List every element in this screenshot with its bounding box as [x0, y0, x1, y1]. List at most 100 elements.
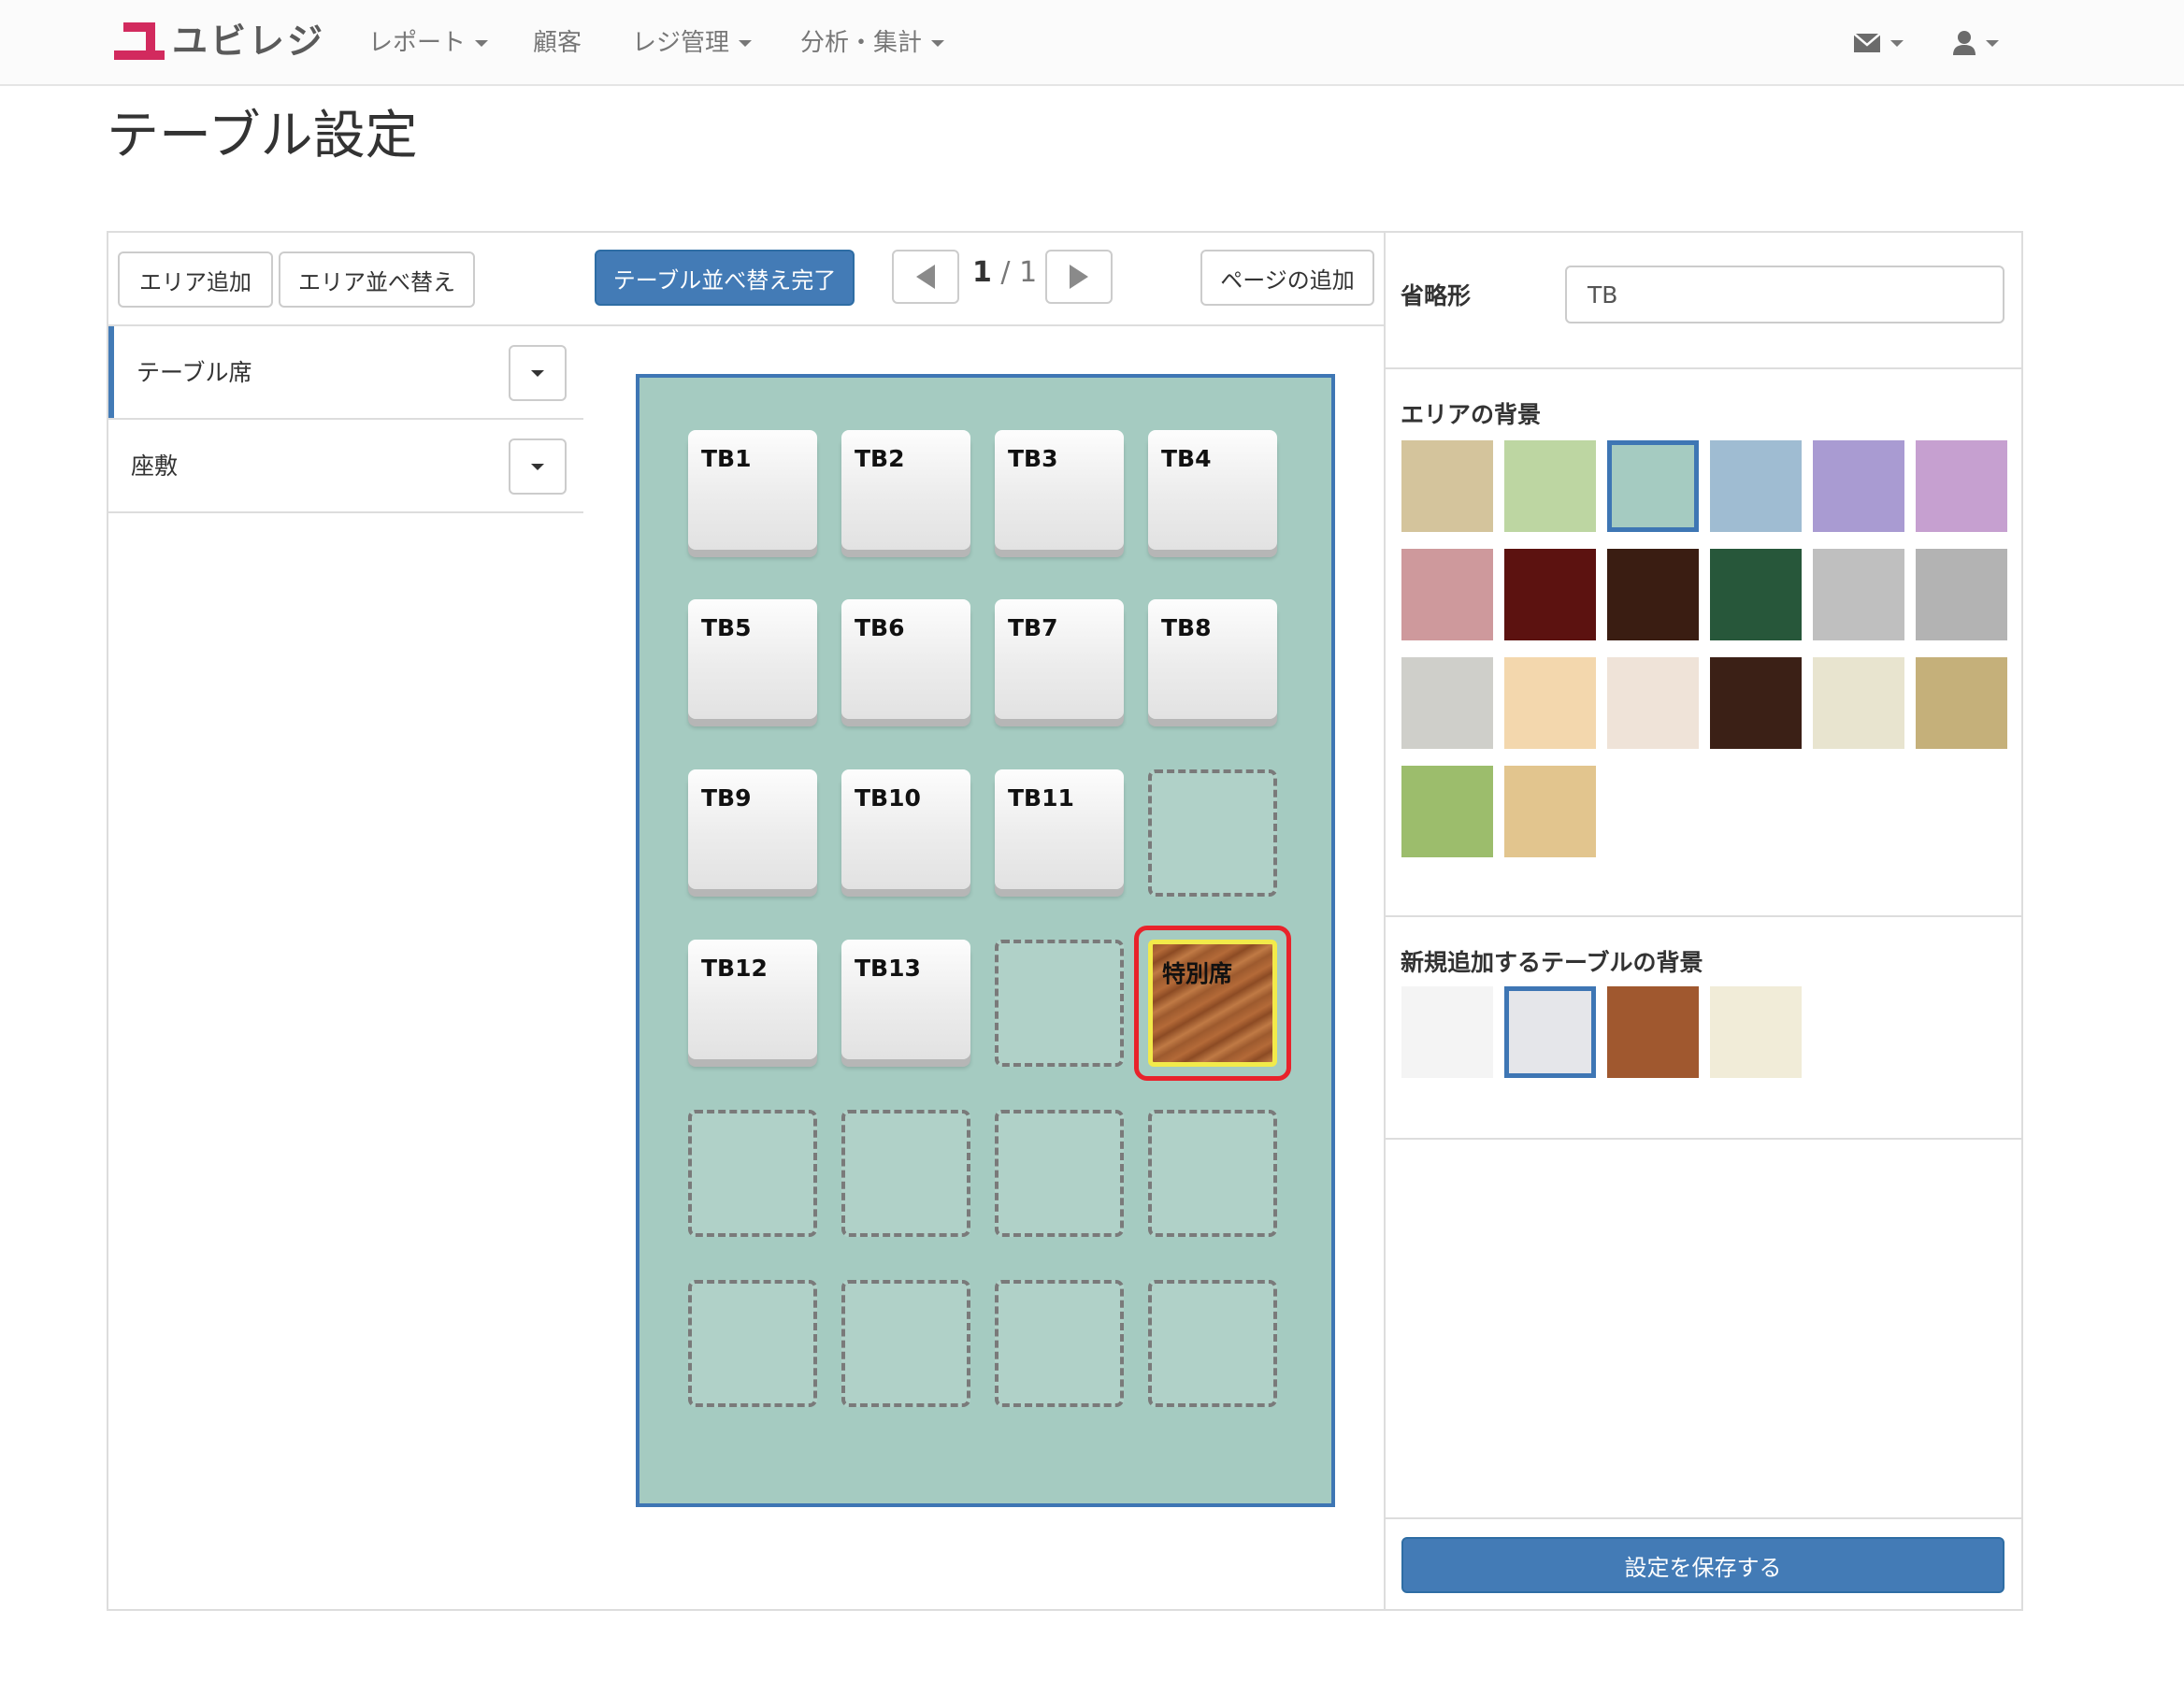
- prev-page-frame: [892, 250, 959, 304]
- chevron-down-icon: [739, 40, 753, 47]
- area-background-label: エリアの背景: [1401, 401, 1542, 428]
- table-tile-selected[interactable]: 特別席: [1148, 940, 1277, 1067]
- table-label: TB8: [1161, 614, 1212, 641]
- empty-table-slot[interactable]: [841, 1280, 970, 1407]
- nav-menu-register[interactable]: レジ管理: [632, 26, 753, 60]
- table-tile[interactable]: TB11: [995, 769, 1124, 889]
- background-swatch[interactable]: [1813, 549, 1904, 640]
- background-swatch[interactable]: [1504, 766, 1596, 857]
- nav-menu-analytics[interactable]: 分析・集計: [800, 26, 945, 60]
- nav-menu-report[interactable]: レポート: [368, 26, 489, 60]
- background-swatch[interactable]: [1607, 657, 1699, 749]
- background-swatch[interactable]: [1710, 657, 1802, 749]
- empty-table-slot[interactable]: [995, 940, 1124, 1067]
- empty-table-slot[interactable]: [1148, 1110, 1277, 1237]
- background-swatch[interactable]: [1916, 549, 2007, 640]
- table-tile[interactable]: TB8: [1148, 599, 1277, 719]
- background-swatch[interactable]: [1401, 657, 1493, 749]
- table-tile[interactable]: TB7: [995, 599, 1124, 719]
- divider: [1386, 367, 2021, 369]
- background-swatch[interactable]: [1607, 549, 1699, 640]
- area-item-table-seats[interactable]: テーブル席: [108, 326, 583, 418]
- empty-table-slot[interactable]: [688, 1110, 817, 1237]
- nav-menu-customers[interactable]: 顧客: [533, 26, 582, 60]
- area-list-panel: エリア追加 エリア並べ替え テーブル席 座敷: [107, 231, 585, 1611]
- area-options-dropdown[interactable]: [509, 345, 567, 401]
- empty-table-slot[interactable]: [995, 1110, 1124, 1237]
- chevron-down-icon: [531, 369, 544, 377]
- background-swatch-selected[interactable]: [1607, 440, 1699, 532]
- abbreviation-input[interactable]: TB: [1565, 266, 2004, 323]
- background-swatch[interactable]: [1710, 549, 1802, 640]
- add-page-button[interactable]: ページの追加: [1200, 250, 1374, 306]
- table-label: TB7: [1008, 614, 1058, 641]
- chevron-down-icon: [531, 463, 544, 470]
- triangle-left-icon: [916, 265, 935, 289]
- background-swatch-selected[interactable]: [1504, 986, 1596, 1078]
- chevron-down-icon: [1890, 39, 1904, 47]
- background-swatch[interactable]: [1916, 440, 2007, 532]
- area-options-dropdown[interactable]: [509, 438, 567, 495]
- background-swatch[interactable]: [1401, 549, 1493, 640]
- current-page: 1: [972, 256, 992, 289]
- empty-table-slot[interactable]: [995, 1280, 1124, 1407]
- prev-page-button[interactable]: [892, 250, 959, 304]
- background-swatch[interactable]: [1916, 657, 2007, 749]
- table-label: TB1: [701, 445, 752, 472]
- table-label: TB3: [1008, 445, 1058, 472]
- divider: [1386, 915, 2021, 917]
- sort-areas-button[interactable]: エリア並べ替え: [279, 251, 475, 308]
- total-pages: 1: [1019, 256, 1038, 289]
- save-settings-button[interactable]: 設定を保存する: [1401, 1537, 2004, 1593]
- background-swatch[interactable]: [1813, 440, 1904, 532]
- brand-name: ユビレジ: [172, 21, 326, 62]
- table-label: TB2: [855, 445, 905, 472]
- background-swatch[interactable]: [1401, 986, 1493, 1078]
- background-swatch[interactable]: [1710, 440, 1802, 532]
- table-tile[interactable]: TB6: [841, 599, 970, 719]
- empty-table-slot[interactable]: [1148, 1280, 1277, 1407]
- table-tile[interactable]: TB4: [1148, 430, 1277, 550]
- background-swatch[interactable]: [1401, 440, 1493, 532]
- table-tile[interactable]: TB1: [688, 430, 817, 550]
- background-swatch[interactable]: [1401, 766, 1493, 857]
- background-swatch[interactable]: [1504, 440, 1596, 532]
- table-label: TB4: [1161, 445, 1212, 472]
- background-swatch[interactable]: [1504, 549, 1596, 640]
- table-tile[interactable]: TB3: [995, 430, 1124, 550]
- empty-table-slot[interactable]: [841, 1110, 970, 1237]
- brand-logo[interactable]: ユビレジ: [114, 21, 323, 62]
- chevron-down-icon: [475, 40, 489, 47]
- area-item-zashiki[interactable]: 座敷: [108, 420, 583, 511]
- next-page-frame: [1045, 250, 1113, 304]
- empty-table-slot[interactable]: [1148, 769, 1277, 897]
- page-title: テーブル設定: [107, 106, 418, 166]
- empty-table-slot[interactable]: [688, 1280, 817, 1407]
- user-icon: [1953, 31, 1976, 55]
- table-tile[interactable]: TB13: [841, 940, 970, 1059]
- divider: [583, 324, 1384, 326]
- table-label: 特別席: [1162, 960, 1233, 987]
- top-navbar: ユビレジ レポート 顧客 レジ管理 分析・集計: [0, 0, 2184, 86]
- background-swatch[interactable]: [1813, 657, 1904, 749]
- table-tile[interactable]: TB2: [841, 430, 970, 550]
- background-swatch[interactable]: [1710, 986, 1802, 1078]
- properties-panel: [1384, 231, 2023, 1611]
- divider: [1386, 1517, 2021, 1519]
- table-tile[interactable]: TB9: [688, 769, 817, 889]
- background-swatch[interactable]: [1504, 657, 1596, 749]
- table-tile[interactable]: TB12: [688, 940, 817, 1059]
- abbreviation-label: 省略形: [1401, 282, 1472, 309]
- table-label: TB13: [855, 955, 921, 982]
- background-swatch[interactable]: [1607, 986, 1699, 1078]
- finish-sort-tables-button[interactable]: テーブル並べ替え完了: [595, 250, 855, 306]
- table-tile[interactable]: TB10: [841, 769, 970, 889]
- area-item-label: 座敷: [131, 453, 179, 480]
- user-menu[interactable]: [1952, 26, 1999, 60]
- add-area-button[interactable]: エリア追加: [118, 251, 273, 308]
- messages-menu[interactable]: [1853, 26, 1904, 60]
- next-page-button[interactable]: [1045, 250, 1113, 304]
- logo-mark-icon: [114, 22, 165, 60]
- table-label: TB5: [701, 614, 752, 641]
- table-tile[interactable]: TB5: [688, 599, 817, 719]
